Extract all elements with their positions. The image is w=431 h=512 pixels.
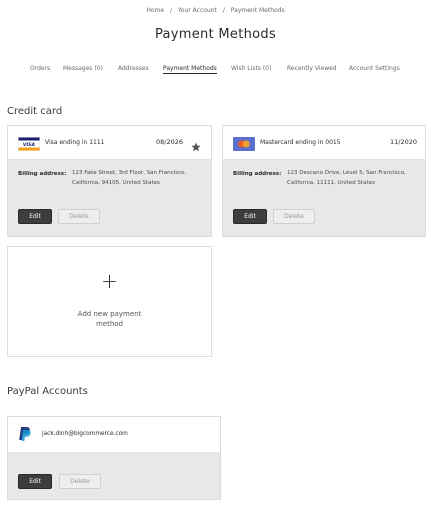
- card-header: Mastercard ending in 0015 11/2020: [223, 126, 425, 160]
- breadcrumb-separator: /: [170, 7, 173, 14]
- visa-logo-icon: VISA: [17, 136, 41, 152]
- delete-button[interactable]: Delete: [59, 474, 101, 489]
- billing-address-label: Billing address:: [233, 171, 282, 177]
- page-title: Payment Methods: [154, 27, 277, 42]
- delete-button[interactable]: Delete: [58, 209, 100, 224]
- default-star-icon: [191, 137, 201, 152]
- billing-address-line1: 123 Fake Street, 3rd Floor, San Francisc…: [72, 170, 187, 176]
- add-payment-method-card[interactable]: + Add new payment method: [7, 246, 212, 357]
- card-name: Mastercard ending in 0015: [260, 139, 341, 146]
- paypal-account-panel: jack.dinh@bigcommerce.com Edit Delete: [7, 416, 221, 500]
- billing-address-line1: 123 Descano Drive, Level 5, San Francisc…: [287, 170, 406, 176]
- edit-button[interactable]: Edit: [18, 209, 52, 224]
- tab-messages[interactable]: Messages (0): [63, 65, 103, 72]
- card-expiry: 11/2020: [390, 138, 418, 146]
- tab-wish-lists[interactable]: Wish Lists (0): [231, 65, 271, 72]
- card-header: VISA Visa ending in 1111 08/2026: [8, 126, 211, 160]
- add-label-line2: method: [95, 320, 124, 328]
- card-name: Visa ending in 1111: [45, 139, 105, 146]
- tab-orders[interactable]: Orders: [30, 65, 50, 72]
- add-payment-method-label: Add new payment method: [8, 309, 211, 329]
- visa-card-panel: VISA Visa ending in 1111 08/2026 Billing…: [7, 125, 212, 237]
- svg-text:VISA: VISA: [23, 142, 36, 148]
- mastercard-logo-icon: [233, 136, 255, 151]
- breadcrumb-home[interactable]: Home: [146, 7, 164, 14]
- plus-icon: +: [101, 269, 118, 293]
- breadcrumb-separator: /: [222, 7, 225, 14]
- breadcrumb-account[interactable]: Your Account: [178, 7, 217, 14]
- tab-account-settings[interactable]: Account Settings: [349, 65, 400, 72]
- billing-address-line2: California, 11111, United States: [287, 180, 375, 186]
- tab-recently-viewed[interactable]: Recently Viewed: [287, 65, 337, 72]
- billing-address-line2: California, 94105, United States: [72, 180, 160, 186]
- add-label-line1: Add new payment: [77, 310, 142, 318]
- delete-button[interactable]: Delete: [273, 209, 315, 224]
- paypal-accounts-heading: PayPal Accounts: [7, 386, 88, 397]
- card-header: jack.dinh@bigcommerce.com: [8, 417, 220, 453]
- billing-address-label: Billing address:: [18, 171, 67, 177]
- breadcrumb: Home / Your Account / Payment Methods: [0, 7, 431, 14]
- tab-addresses[interactable]: Addresses: [118, 65, 149, 72]
- mastercard-card-panel: Mastercard ending in 0015 11/2020 Billin…: [222, 125, 426, 237]
- paypal-email: jack.dinh@bigcommerce.com: [42, 431, 128, 437]
- edit-button[interactable]: Edit: [18, 474, 52, 489]
- tab-payment-methods[interactable]: Payment Methods: [163, 65, 217, 74]
- edit-button[interactable]: Edit: [233, 209, 267, 224]
- paypal-logo-icon: [18, 426, 31, 442]
- credit-card-heading: Credit card: [7, 106, 63, 117]
- card-expiry: 08/2026: [156, 138, 184, 146]
- breadcrumb-current: Payment Methods: [230, 7, 285, 14]
